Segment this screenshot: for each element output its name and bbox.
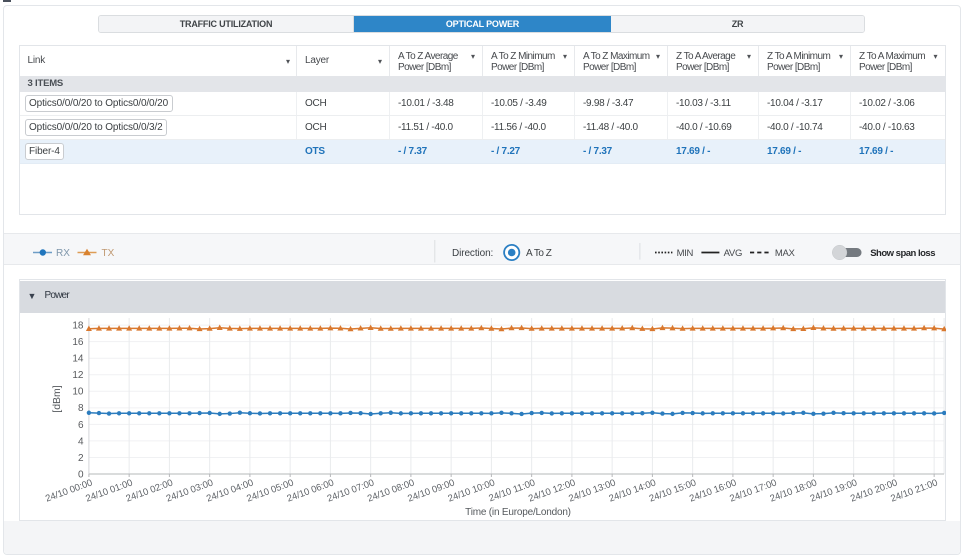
svg-text:A To Z: A To Z [526,248,552,259]
svg-text:18: 18 [72,321,84,332]
svg-text:8: 8 [77,403,83,414]
svg-text:24/10 21:00: 24/10 21:00 [889,477,939,504]
svg-text:MIN: MIN [677,248,694,259]
svg-text:Time (in Europe/London): Time (in Europe/London) [465,507,571,518]
svg-text:TX: TX [102,248,115,259]
svg-text:[dBm]: [dBm] [51,385,63,413]
svg-text:16: 16 [72,337,84,348]
svg-text:4: 4 [77,436,83,447]
svg-text:Show span loss: Show span loss [870,248,935,259]
svg-text:10: 10 [72,387,84,398]
svg-text:0: 0 [77,469,83,480]
svg-text:MAX: MAX [775,248,796,259]
svg-text:Direction:: Direction: [452,248,493,259]
svg-text:14: 14 [72,354,84,365]
svg-text:2: 2 [77,453,83,464]
svg-text:AVG: AVG [724,248,742,259]
svg-text:RX: RX [56,248,70,259]
svg-text:6: 6 [77,420,83,431]
svg-text:12: 12 [72,370,84,381]
